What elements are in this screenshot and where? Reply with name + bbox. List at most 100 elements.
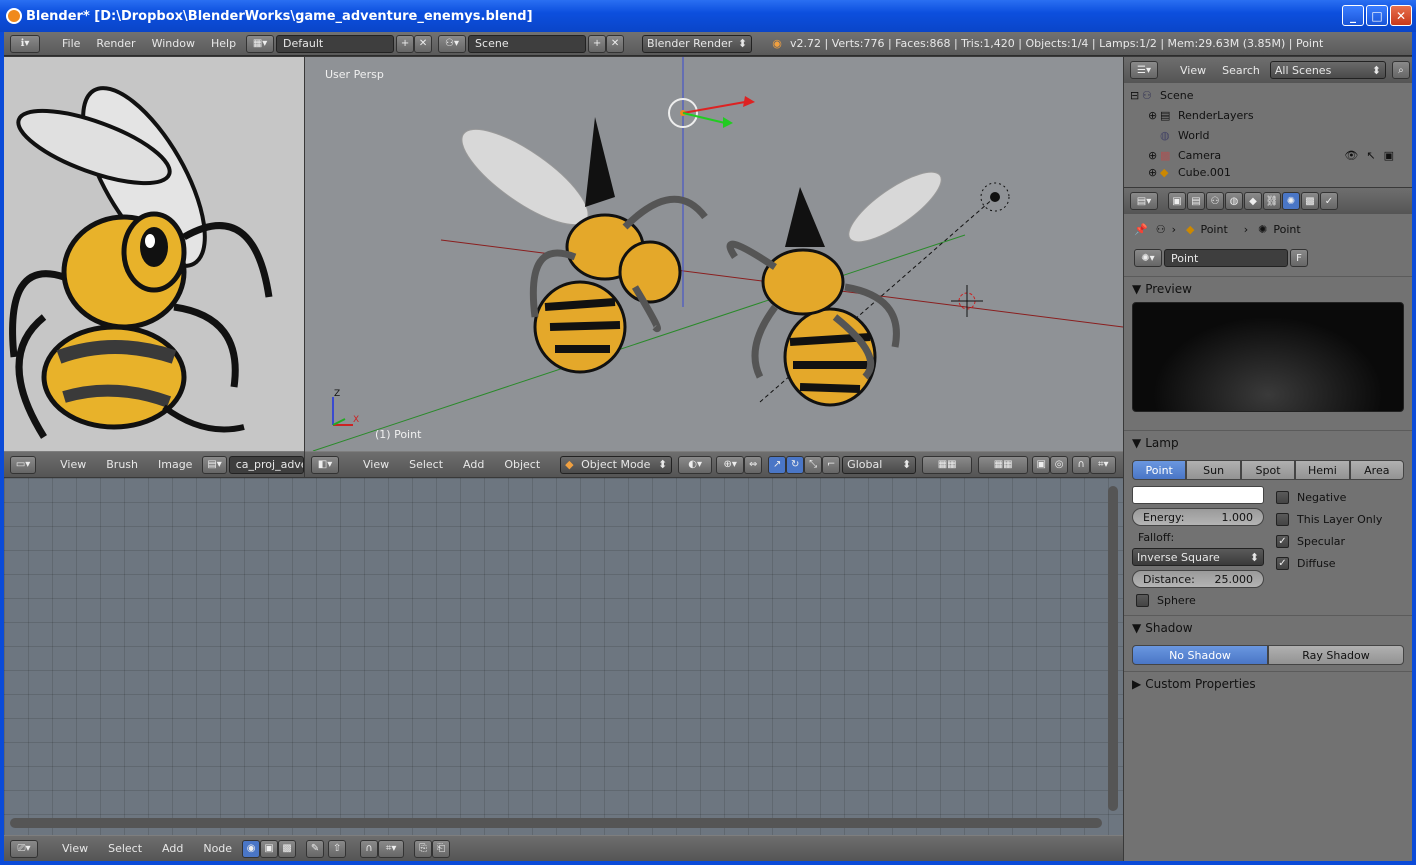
menu-view[interactable]: View (50, 458, 96, 471)
menu-file[interactable]: File (54, 37, 88, 50)
this-layer-only-checkbox-row[interactable]: This Layer Only (1276, 508, 1382, 530)
3d-viewport[interactable]: Z X User Persp (1) Point ◧▾ View Select … (305, 57, 1123, 477)
search-icon[interactable]: ⌕ (1391, 61, 1410, 79)
menu-add[interactable]: Add (453, 458, 494, 471)
energy-field[interactable]: Energy: 1.000 (1132, 508, 1264, 526)
translate-manipulator-icon[interactable]: ↗ (768, 455, 787, 474)
menu-view[interactable]: View (52, 842, 98, 855)
add-layout-button[interactable]: + (396, 34, 415, 53)
falloff-dropdown[interactable]: Inverse Square ⬍ (1132, 548, 1264, 566)
menu-select[interactable]: Select (98, 842, 152, 855)
copy-nodes-icon[interactable]: ⎘ (414, 839, 433, 858)
vertical-scrollbar[interactable] (1108, 486, 1118, 811)
tree-item-camera[interactable]: ⊕ ▩ Camera 👁 ↖ ▣ (1130, 145, 1412, 165)
snap-icon[interactable]: ⌐ (822, 455, 841, 474)
lamp-color-swatch[interactable] (1132, 486, 1264, 504)
close-button[interactable]: ✕ (1390, 5, 1412, 26)
lamp-panel-header[interactable]: ▼ Lamp (1124, 430, 1412, 454)
texture-tab-icon[interactable]: ▩ (1301, 192, 1319, 210)
pin-icon[interactable]: 📌 (1134, 223, 1148, 236)
scene-tab-icon[interactable]: ⚇ (1206, 192, 1224, 210)
shadow-type-none[interactable]: No Shadow (1132, 645, 1268, 665)
lamp-type-area[interactable]: Area (1349, 460, 1405, 480)
menu-brush[interactable]: Brush (96, 458, 148, 471)
lamp-type-hemi[interactable]: Hemi (1295, 460, 1350, 480)
editor-type-image-icon[interactable]: ▭▾ (10, 455, 37, 474)
outliner[interactable]: ☰▾ View Search All Scenes ⬍ ⌕ ⊟ ⚇ Scene ⊕ ▤ R… (1124, 57, 1412, 187)
collapse-icon[interactable]: ⊟ (1130, 89, 1142, 102)
sphere-checkbox[interactable] (1136, 594, 1149, 607)
tree-item-scene[interactable]: ⊟ ⚇ Scene (1130, 85, 1412, 105)
screen-layout-icon[interactable]: ▦▾ (246, 34, 275, 53)
render-engine-dropdown[interactable]: Blender Render ⬍ (642, 34, 753, 53)
lock-layers-icon[interactable]: ▣ (1032, 455, 1051, 474)
expand-icon[interactable]: ⊕ (1148, 166, 1160, 179)
menu-render[interactable]: Render (88, 37, 143, 50)
remove-layout-button[interactable]: ✕ (414, 34, 433, 53)
maximize-button[interactable]: □ (1366, 5, 1388, 26)
menu-view[interactable]: View (1172, 64, 1214, 77)
image-browse-icon[interactable]: ▤▾ (202, 455, 227, 474)
proportional-edit-icon[interactable]: ◎ (1050, 455, 1069, 474)
layout-field[interactable]: Default (276, 34, 395, 53)
editor-type-info-icon[interactable]: ℹ▾ (10, 34, 40, 53)
display-mode-dropdown[interactable]: All Scenes ⬍ (1269, 61, 1386, 79)
shadow-panel-header[interactable]: ▼ Shadow (1124, 615, 1412, 639)
node-editor[interactable]: ⎚▾ View Select Add Node ◉ ▣ ▩ ✎ ⇧ ∩ ⌗▾ ⎘… (4, 478, 1123, 861)
constraints-tab-icon[interactable]: ⛓ (1263, 192, 1281, 210)
lamp-type-sun[interactable]: Sun (1186, 460, 1241, 480)
render-layers-tab-icon[interactable]: ▤ (1187, 192, 1205, 210)
sphere-checkbox-row[interactable]: Sphere (1132, 594, 1264, 607)
menu-image[interactable]: Image (148, 458, 202, 471)
image-name-field[interactable]: ca_proj_advent (228, 455, 304, 474)
editor-type-properties-icon[interactable]: ▤▾ (1130, 192, 1158, 210)
pin-icon[interactable]: ✎ (306, 839, 325, 858)
scale-manipulator-icon[interactable]: ⤡ (804, 455, 823, 474)
go-parent-icon[interactable]: ⇧ (328, 839, 347, 858)
mode-dropdown[interactable]: ◆ Object Mode ⬍ (560, 455, 673, 474)
menu-window[interactable]: Window (144, 37, 203, 50)
orientation-dropdown[interactable]: Global ⬍ (842, 455, 917, 474)
lamp-data-tab-icon[interactable]: ✺ (1282, 192, 1300, 210)
menu-node[interactable]: Node (193, 842, 242, 855)
compositing-nodes-icon[interactable]: ▣ (260, 839, 279, 858)
rotate-manipulator-icon[interactable]: ↻ (786, 455, 805, 474)
lamp-type-spot[interactable]: Spot (1240, 460, 1296, 480)
physics-tab-icon[interactable]: ✓ (1320, 192, 1338, 210)
editor-type-3d-icon[interactable]: ◧▾ (311, 455, 339, 474)
expand-icon[interactable]: ⊕ (1148, 149, 1160, 162)
image-editor[interactable]: ▭▾ View Brush Image ▤▾ ca_proj_advent (4, 57, 304, 477)
menu-search[interactable]: Search (1214, 64, 1268, 77)
horizontal-scrollbar[interactable] (10, 818, 1102, 828)
scene-icon[interactable]: ⚇▾ (438, 34, 467, 53)
editor-type-node-icon[interactable]: ⎚▾ (10, 839, 38, 858)
this-layer-only-checkbox[interactable] (1276, 512, 1289, 526)
visibility-eye-icon[interactable]: 👁 (1344, 149, 1358, 162)
snap-element-icon[interactable]: ⌗▾ (1090, 455, 1117, 474)
menu-object[interactable]: Object (494, 458, 550, 471)
shadow-type-ray[interactable]: Ray Shadow (1268, 645, 1404, 665)
viewport-shading-icon[interactable]: ◐▾ (678, 455, 713, 474)
render-camera-icon[interactable]: ▣ (1384, 149, 1394, 162)
tree-item-world[interactable]: ◍ World (1130, 125, 1412, 145)
lamp-browse-icon[interactable]: ✺▾ (1134, 249, 1162, 267)
custom-properties-panel-header[interactable]: ▶ Custom Properties (1124, 671, 1412, 695)
minimize-button[interactable]: _ (1342, 5, 1364, 26)
menu-add[interactable]: Add (152, 842, 193, 855)
specular-checkbox[interactable]: ✓ (1276, 534, 1289, 548)
specular-checkbox-row[interactable]: ✓ Specular (1276, 530, 1382, 552)
menu-view[interactable]: View (353, 458, 399, 471)
pivot-point-icon[interactable]: ⊕▾ (716, 455, 745, 474)
select-arrow-icon[interactable]: ↖ (1366, 149, 1375, 162)
menu-help[interactable]: Help (203, 37, 244, 50)
diffuse-checkbox[interactable]: ✓ (1276, 556, 1289, 570)
scene-field[interactable]: Scene (468, 34, 587, 53)
paste-nodes-icon[interactable]: ⎗ (432, 839, 451, 858)
world-tab-icon[interactable]: ◍ (1225, 192, 1243, 210)
lamp-type-point[interactable]: Point (1132, 460, 1187, 480)
object-layers-icon[interactable]: ▦▦ (978, 455, 1029, 474)
shader-nodes-icon[interactable]: ◉ (242, 839, 261, 858)
tree-item-renderlayers[interactable]: ⊕ ▤ RenderLayers (1130, 105, 1412, 125)
snap-magnet-icon[interactable]: ∩ (1072, 455, 1091, 474)
lamp-name-field[interactable]: Point (1164, 249, 1288, 267)
